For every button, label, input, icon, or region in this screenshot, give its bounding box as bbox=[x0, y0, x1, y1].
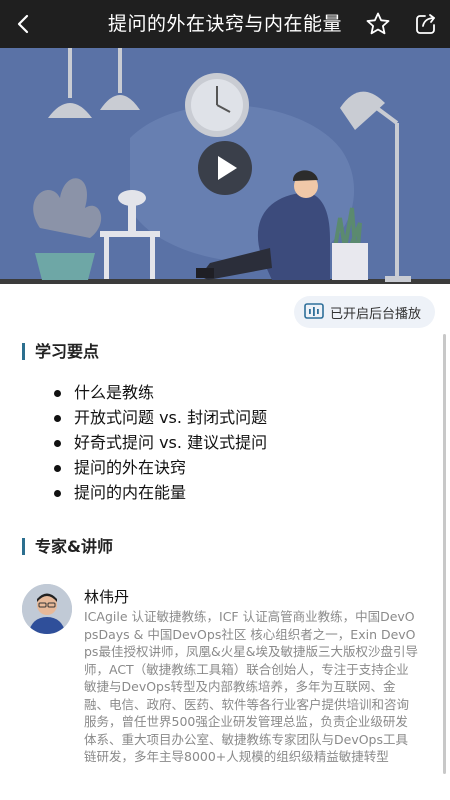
share-icon[interactable] bbox=[410, 8, 442, 40]
section-heading-key-points: 学习要点 bbox=[22, 343, 99, 360]
expert-bio: ICAgile 认证敏捷教练，ICF 认证高管商业教练，中国DevOpsDays… bbox=[84, 609, 418, 764]
list-item: 提问的内在能量 bbox=[50, 480, 267, 505]
background-play-badge[interactable]: 已开启后台播放 bbox=[294, 296, 436, 328]
audio-wave-icon bbox=[304, 303, 324, 319]
video-player[interactable] bbox=[0, 48, 450, 284]
avatar[interactable] bbox=[22, 584, 72, 634]
star-icon[interactable] bbox=[362, 8, 394, 40]
top-bar: 提问的外在诀窍与内在能量 bbox=[0, 0, 450, 48]
scrollbar[interactable] bbox=[443, 334, 446, 774]
list-item: 什么是教练 bbox=[50, 380, 267, 405]
expert-name: 林伟丹 bbox=[84, 588, 130, 606]
background-play-label: 已开启后台播放 bbox=[330, 306, 422, 322]
list-item: 提问的外在诀窍 bbox=[50, 455, 267, 480]
video-illustration bbox=[0, 48, 450, 284]
list-item: 开放式问题 vs. 封闭式问题 bbox=[50, 405, 267, 430]
key-points-list: 什么是教练 开放式问题 vs. 封闭式问题 好奇式提问 vs. 建议式提问 提问… bbox=[50, 380, 267, 505]
section-heading-experts: 专家&讲师 bbox=[22, 538, 113, 555]
list-item: 好奇式提问 vs. 建议式提问 bbox=[50, 430, 267, 455]
